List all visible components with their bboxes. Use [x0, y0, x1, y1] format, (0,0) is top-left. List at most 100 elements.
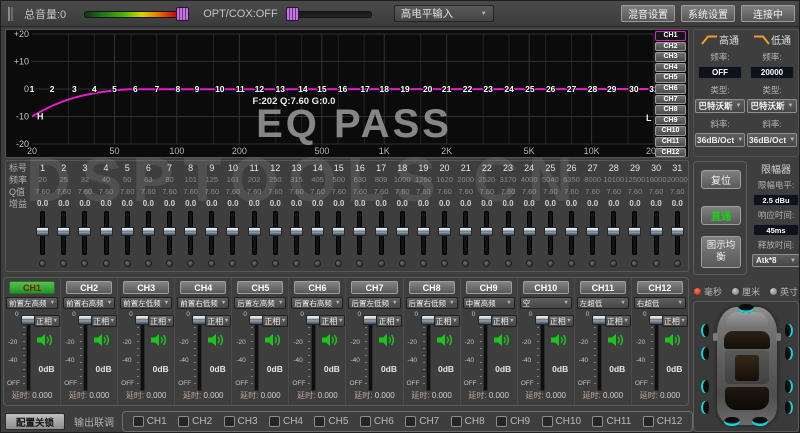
output-select-CH11[interactable]: 左超低 ▼ [576, 297, 629, 309]
speaker-icon[interactable] [436, 333, 454, 347]
volume-fader-track[interactable] [80, 318, 88, 390]
eq-band-fader-handle[interactable] [268, 227, 282, 236]
speaker-icon[interactable] [94, 333, 111, 347]
phase-select-CH10[interactable]: 正相 ▼ [547, 315, 574, 327]
eq-band-point[interactable]: 25 [524, 83, 536, 95]
graph-channel-button-CH6[interactable]: CH6 [655, 83, 686, 94]
volume-fader-track[interactable] [536, 318, 544, 390]
graph-channel-button-CH12[interactable]: CH12 [655, 147, 686, 158]
eq-band-fader[interactable] [120, 212, 134, 254]
output-select-CH8[interactable]: 后置右低频 ▼ [405, 297, 458, 309]
output-select-CH10[interactable]: 空 ▼ [519, 297, 572, 309]
link-checkbox-CH4[interactable]: CH4 [268, 416, 303, 427]
channel-button-CH5[interactable]: CH5 [237, 281, 284, 294]
connect-button[interactable]: 连接中 [741, 5, 795, 22]
phase-select-CH8[interactable]: 正相 ▼ [433, 315, 460, 327]
highpass-type-select[interactable]: 巴特沃斯 ▼ [695, 99, 745, 113]
link-checkbox-CH2[interactable]: CH2 [178, 416, 212, 427]
graph-channel-button-CH9[interactable]: CH9 [655, 115, 686, 126]
channel-button-CH6[interactable]: CH6 [294, 281, 341, 294]
volume-fader-track[interactable] [194, 318, 202, 390]
speaker-icon[interactable] [265, 333, 282, 347]
eq-band-point[interactable]: 14 [297, 83, 309, 95]
radio-dot[interactable] [693, 286, 702, 296]
link-checkbox-CH8[interactable]: CH8 [450, 416, 485, 427]
eq-band-point[interactable]: 6 [132, 83, 139, 95]
eq-band-fader-handle[interactable] [564, 227, 578, 236]
phase-select-CH4[interactable]: 正相 ▼ [205, 315, 232, 327]
link-checkbox-CH9[interactable]: CH9 [496, 416, 530, 427]
eq-band-point[interactable]: 13 [275, 83, 287, 95]
radio-dot[interactable] [731, 286, 741, 296]
eq-band-point[interactable]: 5 [111, 83, 118, 95]
eq-band-fader[interactable] [205, 212, 219, 254]
mix-settings-button[interactable]: 混音设置 [621, 5, 675, 22]
link-checkbox-CH3[interactable]: CH3 [223, 416, 258, 427]
eq-band-fader[interactable] [226, 212, 240, 254]
eq-band-point[interactable]: 26 [545, 83, 557, 95]
link-checkbox-CH12[interactable]: CH12 [642, 416, 682, 427]
car-speaker-icon[interactable] [785, 347, 793, 360]
car-speaker-icon[interactable] [701, 401, 709, 414]
eq-band-fader[interactable] [99, 212, 113, 254]
eq-band-fader[interactable] [564, 212, 578, 254]
eq-band-fader-handle[interactable] [438, 227, 452, 236]
eq-band-fader-handle[interactable] [205, 227, 219, 236]
eq-band-fader[interactable] [163, 212, 177, 254]
channel-button-CH8[interactable]: CH8 [408, 281, 455, 294]
eq-band-point[interactable]: 16 [337, 83, 349, 95]
master-volume-track[interactable] [84, 10, 190, 18]
opt-cox-handle[interactable] [285, 6, 299, 21]
eq-band-point[interactable]: 3 [71, 83, 78, 95]
graph-channel-button-CH1[interactable]: CH1 [655, 31, 686, 41]
car-speaker-icon[interactable] [701, 347, 709, 360]
eq-band-point[interactable]: 17 [359, 83, 371, 95]
link-checkbox-CH1[interactable]: CH1 [132, 416, 167, 427]
eq-band-fader-handle[interactable] [501, 227, 515, 236]
link-checkbox-CH7[interactable]: CH7 [405, 416, 439, 427]
bypass-button[interactable]: 直通 [701, 206, 741, 225]
channel-button-CH2[interactable]: CH2 [66, 281, 113, 294]
eq-band-point[interactable]: 7 [153, 83, 160, 95]
eq-band-fader-handle[interactable] [374, 227, 388, 236]
output-select-CH12[interactable]: 右超低 ▼ [633, 297, 686, 309]
eq-band-fader-handle[interactable] [332, 227, 346, 236]
eq-band-fader[interactable] [332, 212, 346, 254]
eq-band-fader-handle[interactable] [141, 227, 155, 236]
lowpass-freq-value[interactable]: 20000 [750, 66, 794, 79]
limiter-attack-value[interactable]: 45ms [753, 224, 799, 236]
checkbox-box[interactable] [268, 416, 280, 427]
eq-band-fader-handle[interactable] [163, 227, 177, 236]
eq-band-fader[interactable] [395, 212, 409, 254]
eq-band-fader-handle[interactable] [289, 227, 303, 236]
channel-button-CH4[interactable]: CH4 [180, 281, 227, 294]
speaker-icon[interactable] [322, 333, 339, 347]
eq-band-fader[interactable] [374, 212, 388, 254]
output-select-CH4[interactable]: 前置右低频 ▼ [177, 297, 230, 309]
eq-band-fader[interactable] [607, 212, 621, 254]
phase-select-CH12[interactable]: 正相 ▼ [661, 315, 688, 327]
speaker-icon[interactable] [37, 333, 54, 347]
reset-button[interactable]: 复位 [701, 170, 741, 189]
output-select-CH6[interactable]: 后置右高频 ▼ [291, 297, 344, 309]
eq-band-fader[interactable] [289, 212, 303, 254]
eq-band-fader[interactable] [459, 212, 473, 254]
eq-band-fader-handle[interactable] [416, 227, 430, 236]
eq-band-fader[interactable] [628, 212, 642, 254]
eq-band-fader-handle[interactable] [522, 227, 536, 236]
eq-band-point[interactable]: 2 [49, 83, 56, 95]
checkbox-box[interactable] [178, 416, 190, 427]
output-select-CH2[interactable]: 前置右高频 ▼ [63, 297, 116, 309]
volume-fader-track[interactable] [593, 318, 601, 390]
car-speaker-icon[interactable] [701, 380, 709, 393]
eq-band-fader-handle[interactable] [99, 227, 113, 236]
graphic-eq-button[interactable]: 图示均衡 [701, 236, 741, 268]
graph-channel-button-CH11[interactable]: CH11 [655, 136, 686, 147]
eq-band-fader-handle[interactable] [670, 227, 684, 236]
output-select-CH5[interactable]: 后置左高频 ▼ [234, 297, 287, 309]
phase-select-CH5[interactable]: 正相 ▼ [262, 315, 289, 327]
eq-band-fader-handle[interactable] [78, 227, 92, 236]
eq-band-point[interactable]: 10 [214, 83, 226, 95]
master-volume-handle[interactable] [176, 6, 190, 21]
eq-band-fader[interactable] [36, 212, 50, 254]
